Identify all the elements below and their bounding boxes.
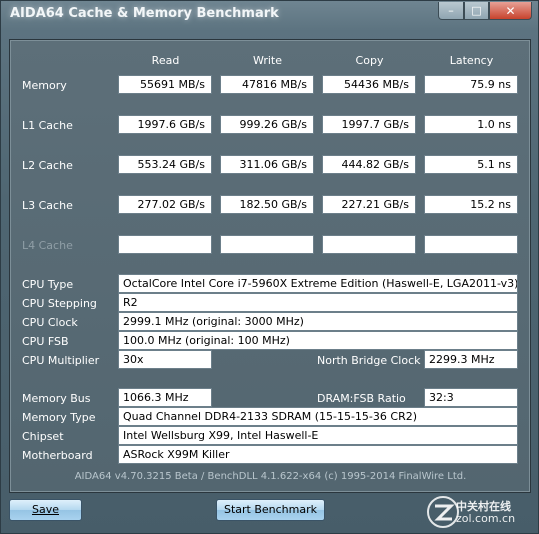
cpu-clock-label: CPU Clock [22, 316, 78, 329]
l3-read-value: 277.02 GB/s [118, 195, 212, 214]
cpu-multiplier-label: CPU Multiplier [22, 354, 100, 367]
watermark-url: zol.com.cn [456, 512, 516, 525]
l4-copy-value [322, 235, 416, 254]
memory-type-value: Quad Channel DDR4-2133 SDRAM (15-15-15-3… [118, 407, 518, 426]
north-bridge-clock-label: North Bridge Clock [317, 354, 421, 367]
north-bridge-clock-value: 2299.3 MHz [424, 350, 518, 369]
version-footer: AIDA64 v4.70.3215 Beta / BenchDLL 4.1.62… [74, 471, 467, 482]
window-controls: – □ ✕ [438, 2, 532, 20]
l4-latency-value [424, 235, 518, 254]
l1-read-value: 1997.6 GB/s [118, 115, 212, 134]
column-header-write: Write [252, 54, 283, 67]
cpu-fsb-value: 100.0 MHz (original: 100 MHz) [118, 331, 518, 350]
cpu-type-value: OctalCore Intel Core i7-5960X Extreme Ed… [118, 274, 518, 293]
row-label-l2: L2 Cache [22, 159, 73, 172]
l1-copy-value: 1997.7 GB/s [322, 115, 416, 134]
l2-copy-value: 444.82 GB/s [322, 155, 416, 174]
memory-type-label: Memory Type [22, 411, 96, 424]
row-label-l1: L1 Cache [22, 119, 73, 132]
cpu-multiplier-value: 30x [118, 350, 212, 369]
memory-latency-value: 75.9 ns [424, 75, 518, 94]
save-button-label: Save [31, 503, 59, 516]
maximize-button[interactable]: □ [464, 2, 489, 20]
l3-write-value: 182.50 GB/s [220, 195, 314, 214]
start-benchmark-label: Start Benchmark [223, 503, 318, 516]
l3-copy-value: 227.21 GB/s [322, 195, 416, 214]
row-label-memory: Memory [22, 79, 67, 92]
l2-latency-value: 5.1 ns [424, 155, 518, 174]
zol-logo-icon [427, 496, 459, 528]
l2-write-value: 311.06 GB/s [220, 155, 314, 174]
l4-write-value [220, 235, 314, 254]
memory-bus-label: Memory Bus [22, 392, 91, 405]
cpu-type-label: CPU Type [22, 278, 74, 291]
column-header-read: Read [151, 54, 180, 67]
motherboard-value: ASRock X99M Killer [118, 445, 518, 464]
column-header-latency: Latency [449, 54, 494, 67]
window-title: AIDA64 Cache & Memory Benchmark [10, 6, 279, 21]
memory-bus-value: 1066.3 MHz [118, 388, 212, 407]
row-label-l4: L4 Cache [22, 239, 73, 252]
cpu-clock-value: 2999.1 MHz (original: 3000 MHz) [118, 312, 518, 331]
l3-latency-value: 15.2 ns [424, 195, 518, 214]
motherboard-label: Motherboard [22, 449, 93, 462]
close-button[interactable]: ✕ [489, 2, 532, 20]
start-benchmark-button[interactable]: Start Benchmark [216, 499, 325, 521]
benchmark-window: AIDA64 Cache & Memory Benchmark – □ ✕ Re… [0, 0, 539, 534]
dram-fsb-ratio-value: 32:3 [424, 388, 518, 407]
save-button[interactable]: Save [9, 499, 82, 521]
l1-write-value: 999.26 GB/s [220, 115, 314, 134]
memory-write-value: 47816 MB/s [220, 75, 314, 94]
row-label-l3: L3 Cache [22, 199, 73, 212]
chipset-label: Chipset [22, 430, 64, 443]
chipset-value: Intel Wellsburg X99, Intel Haswell-E [118, 426, 518, 445]
cpu-stepping-label: CPU Stepping [22, 297, 97, 310]
minimize-button[interactable]: – [438, 2, 464, 20]
dram-fsb-ratio-label: DRAM:FSB Ratio [317, 392, 406, 405]
memory-copy-value: 54436 MB/s [322, 75, 416, 94]
zol-watermark: 中关村在线 zol.com.cn [426, 495, 536, 529]
cpu-fsb-label: CPU FSB [22, 335, 69, 348]
l2-read-value: 553.24 GB/s [118, 155, 212, 174]
l4-read-value [118, 235, 212, 254]
memory-read-value: 55691 MB/s [118, 75, 212, 94]
l1-latency-value: 1.0 ns [424, 115, 518, 134]
column-header-copy: Copy [355, 54, 384, 67]
cpu-stepping-value: R2 [118, 293, 518, 312]
